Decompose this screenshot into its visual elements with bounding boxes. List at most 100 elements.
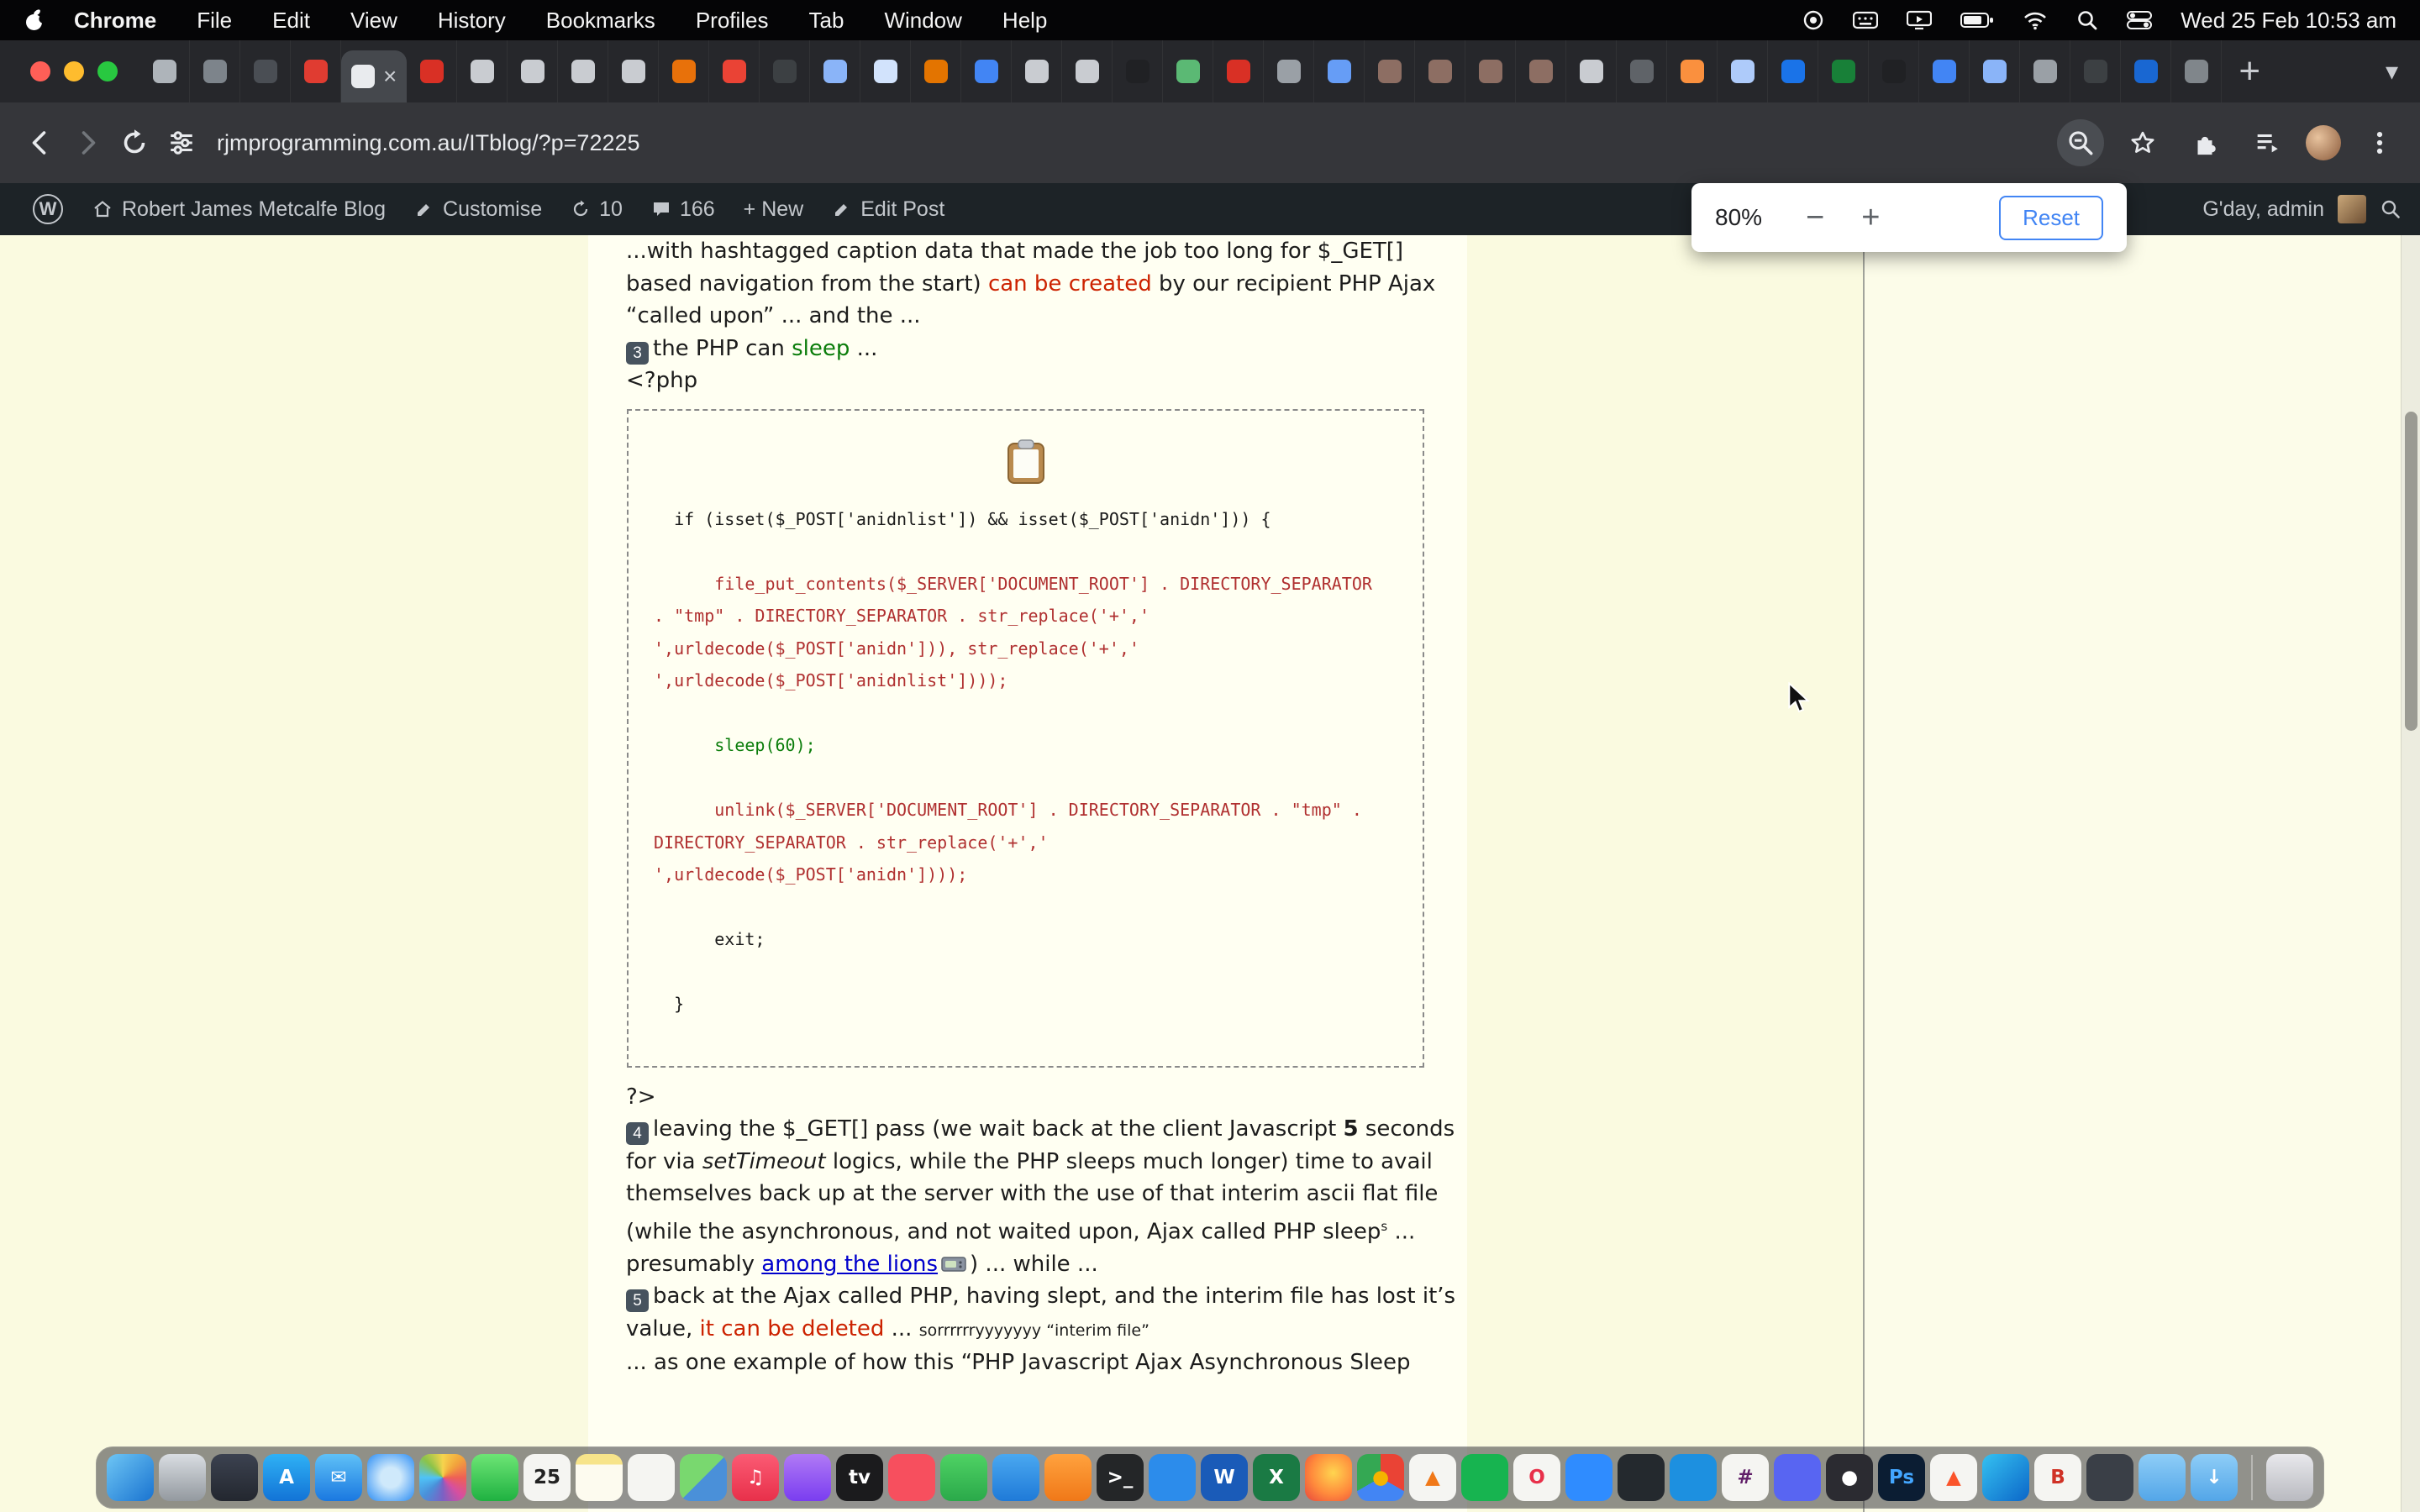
browser-tab[interactable] bbox=[2171, 40, 2222, 102]
admin-greeting[interactable]: G'day, admin bbox=[2202, 197, 2324, 222]
browser-tab[interactable] bbox=[1768, 40, 1818, 102]
browser-tab[interactable] bbox=[1617, 40, 1667, 102]
site-settings-tune-icon[interactable] bbox=[158, 119, 205, 166]
reload-button[interactable] bbox=[111, 119, 158, 166]
dock-icon-tv[interactable]: tv bbox=[836, 1454, 883, 1501]
browser-tab[interactable] bbox=[190, 40, 240, 102]
spotlight-icon[interactable] bbox=[2076, 9, 2098, 31]
menu-bar-item-bookmarks[interactable]: Bookmarks bbox=[526, 8, 676, 34]
zoom-indicator-icon[interactable] bbox=[2057, 119, 2104, 166]
browser-tab[interactable] bbox=[659, 40, 709, 102]
browser-tab[interactable] bbox=[1012, 40, 1062, 102]
dock-icon-bbedit[interactable]: B bbox=[2034, 1454, 2081, 1501]
dock-icon-finder[interactable] bbox=[107, 1454, 154, 1501]
dock-icon-opera[interactable]: O bbox=[1513, 1454, 1560, 1501]
admin-avatar[interactable] bbox=[2338, 195, 2366, 223]
browser-tab[interactable] bbox=[760, 40, 810, 102]
tab-search-chevron-icon[interactable]: ▾ bbox=[2386, 57, 2420, 87]
dock-icon-music[interactable]: ♫ bbox=[732, 1454, 779, 1501]
dock-icon-obs[interactable]: ● bbox=[1826, 1454, 1873, 1501]
browser-tab[interactable] bbox=[508, 40, 558, 102]
browser-tab[interactable] bbox=[1970, 40, 2020, 102]
menu-bar-item-file[interactable]: File bbox=[176, 8, 252, 34]
page-scrollbar[interactable] bbox=[2401, 235, 2420, 1512]
dock-icon-pages[interactable] bbox=[1044, 1454, 1092, 1501]
dock-icon-chrome[interactable]: ● bbox=[1357, 1454, 1404, 1501]
dock-icon-keynote[interactable] bbox=[992, 1454, 1039, 1501]
menu-bar-item-history[interactable]: History bbox=[418, 8, 526, 34]
browser-tab[interactable] bbox=[240, 40, 291, 102]
browser-tab[interactable] bbox=[2070, 40, 2121, 102]
fullscreen-window-button[interactable] bbox=[97, 61, 118, 81]
forward-button[interactable] bbox=[64, 119, 111, 166]
dock-icon-vscode[interactable] bbox=[1149, 1454, 1196, 1501]
menu-bar-clock[interactable]: Wed 25 Feb 10:53 am bbox=[2181, 8, 2396, 34]
dock-icon-slack[interactable]: # bbox=[1722, 1454, 1769, 1501]
dock-icon-reminders[interactable] bbox=[628, 1454, 675, 1501]
screen-mirroring-icon[interactable] bbox=[1907, 10, 1932, 30]
clipboard-icon[interactable] bbox=[654, 439, 1397, 485]
dock-icon-app-store[interactable]: A bbox=[263, 1454, 310, 1501]
browser-tab[interactable] bbox=[1264, 40, 1314, 102]
media-controls-icon[interactable] bbox=[2244, 119, 2291, 166]
admin-bar-updates[interactable]: 10 bbox=[556, 197, 637, 222]
zoom-out-button[interactable]: − bbox=[1787, 202, 1843, 234]
browser-tab[interactable] bbox=[1465, 40, 1516, 102]
browser-tab[interactable] bbox=[1718, 40, 1768, 102]
browser-tab[interactable] bbox=[961, 40, 1012, 102]
dock-icon-notes[interactable] bbox=[576, 1454, 623, 1501]
minimize-window-button[interactable] bbox=[64, 61, 84, 81]
address-bar-url[interactable]: rjmprogramming.com.au/ITblog/?p=72225 bbox=[217, 130, 640, 156]
browser-tab[interactable] bbox=[139, 40, 190, 102]
dock-icon-transmit[interactable] bbox=[2086, 1454, 2133, 1501]
browser-tab[interactable] bbox=[911, 40, 961, 102]
browser-tab[interactable] bbox=[1113, 40, 1163, 102]
dock-icon-launchpad[interactable] bbox=[211, 1454, 258, 1501]
dock-icon-downloads[interactable]: ↓ bbox=[2191, 1454, 2238, 1501]
menu-bar-item-tab[interactable]: Tab bbox=[789, 8, 865, 34]
browser-tab[interactable] bbox=[407, 40, 457, 102]
menu-bar-item-edit[interactable]: Edit bbox=[252, 8, 330, 34]
browser-tab[interactable] bbox=[1314, 40, 1365, 102]
browser-tab[interactable] bbox=[709, 40, 760, 102]
dock-icon-word[interactable]: W bbox=[1201, 1454, 1248, 1501]
dock-icon-firefox[interactable] bbox=[1305, 1454, 1352, 1501]
dock-icon-maps[interactable] bbox=[680, 1454, 727, 1501]
dock-icon-zoom[interactable] bbox=[1565, 1454, 1612, 1501]
browser-tab[interactable] bbox=[860, 40, 911, 102]
dock-icon-mail[interactable]: ✉ bbox=[315, 1454, 362, 1501]
tab-close-icon[interactable]: × bbox=[383, 65, 397, 88]
browser-tab[interactable] bbox=[2121, 40, 2171, 102]
dock-icon-podcasts[interactable] bbox=[784, 1454, 831, 1501]
dock-icon-news[interactable] bbox=[888, 1454, 935, 1501]
admin-bar-customise[interactable]: Customise bbox=[400, 197, 556, 222]
dock-icon-docker[interactable] bbox=[1670, 1454, 1717, 1501]
among-the-lions-link[interactable]: among the lions bbox=[761, 1252, 938, 1277]
dock-icon-discord[interactable] bbox=[1774, 1454, 1821, 1501]
browser-tab[interactable] bbox=[1163, 40, 1213, 102]
back-button[interactable] bbox=[17, 119, 64, 166]
dock-icon-terminal[interactable]: >_ bbox=[1097, 1454, 1144, 1501]
profile-avatar[interactable] bbox=[2306, 125, 2341, 160]
browser-tab[interactable] bbox=[810, 40, 860, 102]
admin-bar-site-name[interactable]: Robert James Metcalfe Blog bbox=[77, 197, 400, 222]
dock-icon-spotify[interactable] bbox=[1461, 1454, 1508, 1501]
zoom-reset-button[interactable]: Reset bbox=[1999, 196, 2103, 240]
menu-bar-item-profiles[interactable]: Profiles bbox=[676, 8, 789, 34]
control-center-icon[interactable] bbox=[2127, 10, 2152, 30]
dock-icon-messages[interactable] bbox=[471, 1454, 518, 1501]
wifi-icon[interactable] bbox=[2023, 10, 2048, 30]
wp-logo-icon[interactable]: W bbox=[18, 194, 77, 224]
dock-icon-vlc[interactable]: ▲ bbox=[1409, 1454, 1456, 1501]
admin-bar-comments[interactable]: 166 bbox=[637, 197, 729, 222]
menu-bar-item-chrome[interactable]: Chrome bbox=[54, 8, 176, 34]
apple-logo-icon[interactable] bbox=[24, 8, 45, 33]
dock-icon-settings[interactable] bbox=[159, 1454, 206, 1501]
browser-tab[interactable] bbox=[1869, 40, 1919, 102]
menu-bar-item-help[interactable]: Help bbox=[982, 8, 1067, 34]
browser-tab[interactable] bbox=[1566, 40, 1617, 102]
browser-tab[interactable] bbox=[1415, 40, 1465, 102]
browser-tab[interactable] bbox=[1516, 40, 1566, 102]
admin-search-icon[interactable] bbox=[2380, 198, 2402, 220]
new-tab-button[interactable]: + bbox=[2238, 53, 2260, 90]
